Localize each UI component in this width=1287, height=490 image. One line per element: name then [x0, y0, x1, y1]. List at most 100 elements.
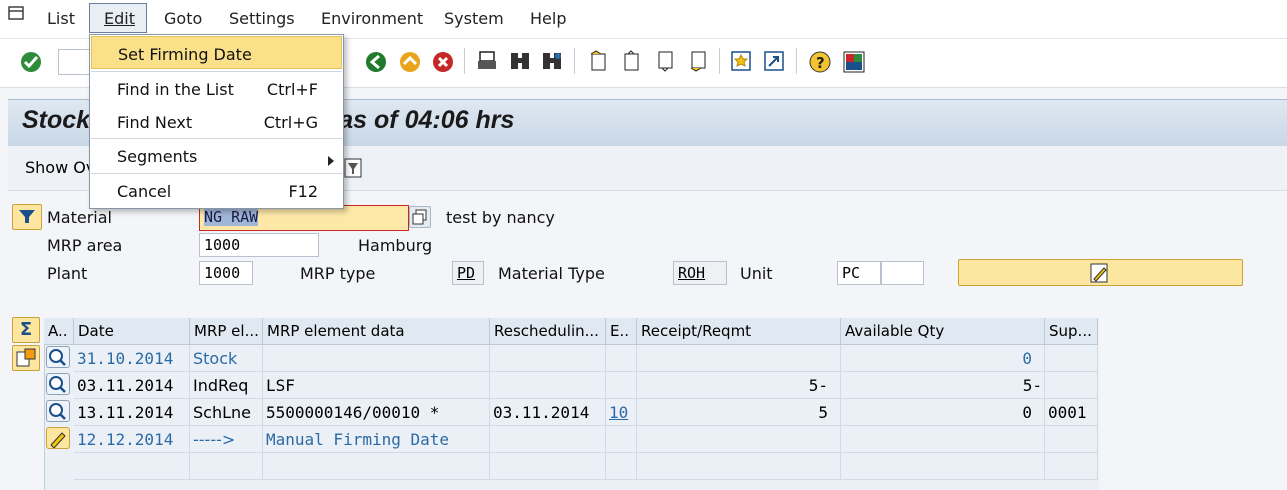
filter-icon[interactable] [342, 156, 364, 180]
row-1-available: 0 [841, 345, 1045, 372]
row-4-data: Manual Firming Date [263, 426, 490, 453]
row-1-e [606, 345, 637, 372]
menu-system[interactable]: System [444, 9, 504, 28]
menu-item-set-firming-date[interactable]: Set Firming Date [91, 36, 342, 69]
window-menu-icon[interactable] [8, 6, 26, 22]
row-3-resched: 03.11.2014 [490, 399, 606, 426]
help-icon[interactable]: ? [808, 50, 832, 74]
menu-item-shortcut: Ctrl+G [263, 113, 318, 132]
row-2-available: 5- [841, 372, 1045, 399]
empty-cell [490, 453, 606, 480]
material-header-icon[interactable] [12, 204, 42, 230]
menu-item-label: Find in the List [117, 80, 234, 99]
row-1-sup [1045, 345, 1098, 372]
create-session-icon[interactable] [730, 50, 752, 72]
shortcut-icon[interactable] [763, 50, 785, 72]
empty-cell [263, 453, 490, 480]
column-header-e[interactable]: E.. [606, 318, 637, 345]
add-element-icon[interactable] [12, 345, 40, 371]
row-3-sup: 0001 [1045, 399, 1098, 426]
plant-label: Plant [47, 264, 88, 283]
row-2-element: IndReq [190, 372, 263, 399]
row-3-date: 13.11.2014 [74, 399, 190, 426]
row-4-sup [1045, 426, 1098, 453]
previous-page-icon[interactable] [620, 50, 642, 72]
back-icon[interactable] [364, 50, 388, 74]
row-2-data: LSF [263, 372, 490, 399]
column-header-mrp-element-data[interactable]: MRP element data [263, 318, 490, 345]
row-1-element: Stock [190, 345, 263, 372]
first-page-icon[interactable] [587, 50, 609, 72]
menu-edit[interactable]: Edit [104, 9, 135, 28]
column-header-date[interactable]: Date [74, 318, 190, 345]
menu-list[interactable]: List [47, 9, 75, 28]
row-1-resched [490, 345, 606, 372]
row-3-data: 5500000146/00010 * [263, 399, 490, 426]
menu-item-shortcut: F12 [288, 182, 318, 201]
edit-header-button[interactable] [958, 259, 1243, 286]
show-overview-button[interactable]: Show Ov [25, 158, 95, 177]
mrp-area-field[interactable]: 1000 [199, 233, 319, 257]
row-edit-icon[interactable] [46, 427, 70, 449]
column-header-mrp-element[interactable]: MRP el... [190, 318, 263, 345]
mrp-type-field: PD [452, 261, 484, 285]
find-next-icon[interactable] [541, 50, 563, 72]
svg-text:?: ? [816, 54, 825, 72]
row-3-e-link[interactable]: 10 [606, 399, 637, 426]
row-2-date: 03.11.2014 [74, 372, 190, 399]
menu-item-label: Set Firming Date [118, 45, 252, 64]
column-header-rescheduling[interactable]: Reschedulin... [490, 318, 606, 345]
column-header-receipt-reqmt[interactable]: Receipt/Reqmt [637, 318, 841, 345]
menu-item-find-next[interactable]: Find Next Ctrl+G [91, 105, 342, 138]
column-header-supplier[interactable]: Sup... [1045, 318, 1098, 345]
empty-cell [190, 453, 263, 480]
command-field[interactable] [58, 49, 90, 75]
row-3-receipt: 5 [637, 399, 841, 426]
sum-icon[interactable]: Σ [12, 317, 40, 343]
cancel-icon[interactable] [431, 50, 455, 74]
row-4-e [606, 426, 637, 453]
menu-item-label: Cancel [117, 182, 172, 201]
column-header-available-qty[interactable]: Available Qty [841, 318, 1045, 345]
row-detail-icon[interactable] [46, 400, 70, 422]
menu-item-cancel[interactable]: Cancel F12 [91, 174, 342, 207]
menu-item-find-in-list[interactable]: Find in the List Ctrl+F [91, 72, 342, 105]
unit-label: Unit [740, 264, 773, 283]
row-3-element: SchLne [190, 399, 263, 426]
plant-field[interactable]: 1000 [199, 261, 253, 285]
material-lookup-icon[interactable] [409, 206, 431, 228]
last-page-icon[interactable] [687, 50, 709, 72]
row-1-data [263, 345, 490, 372]
toolbar-separator [796, 48, 797, 74]
edit-dropdown-menu: Set Firming Date Find in the List Ctrl+F… [89, 34, 344, 209]
row-4-receipt [637, 426, 841, 453]
empty-cell [841, 453, 1045, 480]
row-1-date: 31.10.2014 [74, 345, 190, 372]
print-icon[interactable] [476, 50, 498, 72]
menu-item-segments[interactable]: Segments [91, 139, 342, 172]
material-value: NG RAW [204, 208, 259, 226]
menu-help[interactable]: Help [530, 9, 566, 28]
material-type-value: ROH [678, 264, 706, 282]
material-type-field: ROH [673, 261, 727, 285]
menu-environment[interactable]: Environment [321, 9, 423, 28]
row-detail-icon[interactable] [46, 373, 70, 395]
plant-value: 1000 [204, 264, 241, 282]
menu-item-label: Find Next [117, 113, 193, 132]
row-4-element: -----> [190, 426, 263, 453]
row-1-receipt [637, 345, 841, 372]
next-page-icon[interactable] [654, 50, 676, 72]
menu-settings[interactable]: Settings [229, 9, 295, 28]
column-header-a[interactable]: A.. [44, 318, 74, 345]
enter-check-icon[interactable] [19, 50, 43, 74]
exit-icon[interactable] [398, 50, 422, 74]
empty-cell [74, 453, 190, 480]
material-type-label: Material Type [498, 264, 605, 283]
empty-cell [637, 453, 841, 480]
material-description: test by nancy [446, 208, 555, 227]
customize-layout-icon[interactable] [842, 50, 866, 74]
menu-goto[interactable]: Goto [164, 9, 202, 28]
find-icon[interactable] [509, 50, 531, 72]
row-detail-icon[interactable] [46, 346, 70, 368]
unit-value: PC [842, 264, 861, 282]
